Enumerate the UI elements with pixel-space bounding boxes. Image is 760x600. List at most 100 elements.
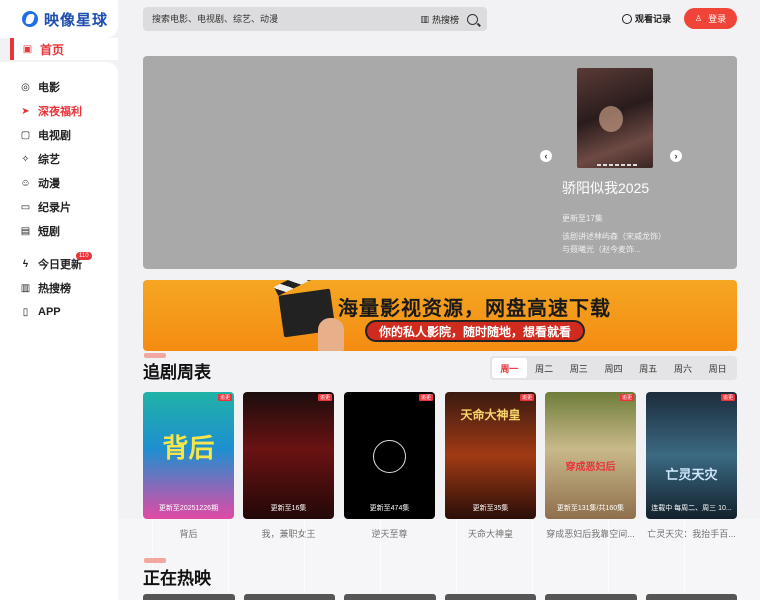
now-showing-card-row (143, 594, 737, 600)
card-poster: 追更 更新至474集 (344, 392, 435, 519)
poster-art-text: 穿成恶妇后 (565, 462, 616, 473)
sidebar: ◎ 电影 ➤ 深夜福利 ▢ 电视剧 ✧ 综艺 ☺ 动漫 ▭ 纪录片 ▤ 短剧 ϟ 今日更新 ▥ 热… (0, 62, 118, 600)
card-update: 更新至20251226期 (158, 505, 219, 512)
sidebar-item-label: 深夜福利 (38, 106, 82, 118)
hot-search-label: 热搜榜 (431, 14, 459, 25)
card-update: 更新至474集 (369, 505, 410, 512)
follow-tag: 追更 (418, 394, 433, 401)
schedule-section-title: 追剧周表 (143, 363, 211, 382)
follow-tag: 追更 (317, 394, 332, 401)
hot-search-button[interactable]: ▥ 热搜榜 (420, 13, 459, 26)
tab-tuesday[interactable]: 周二 (527, 358, 562, 378)
sidebar-item-label: 纪录片 (38, 202, 71, 214)
sidebar-item-tv[interactable]: ▢ 电视剧 (0, 123, 118, 147)
film-reel-icon: ◎ (21, 81, 30, 93)
hero-description: 该剧讲述林屿森（宋威龙饰）与聂曦光（赵今麦饰... (562, 232, 666, 254)
now-showing-title: 正在热映 (143, 569, 211, 588)
chevron-left-icon[interactable]: ‹ (540, 150, 552, 162)
chart-icon: ▥ (20, 282, 31, 294)
banner-title: 海量影视资源，网盘高速下载 (338, 298, 611, 320)
planet-logo-icon (22, 11, 38, 27)
poster-art-text: 背后 (162, 433, 215, 463)
search-input[interactable] (152, 14, 421, 24)
login-button[interactable]: ♙ 登录 (684, 8, 737, 29)
brand-name: 映像星球 (44, 11, 109, 29)
poster-art-text: 亡灵天灾 (665, 467, 718, 482)
drama-card[interactable]: 追更 穿成恶妇后 更新至131集/共160集 穿成恶妇后我靠空间... (545, 392, 636, 540)
follow-tag: 追更 (217, 394, 232, 401)
sidebar-item-app[interactable]: ▯ APP (0, 300, 118, 324)
tab-wednesday[interactable]: 周三 (561, 358, 596, 378)
sidebar-item-documentary[interactable]: ▭ 纪录片 (0, 195, 118, 219)
sidebar-item-home[interactable]: ▣ 首页 (10, 38, 118, 60)
card-title: 亡灵天灾：我抬手百... (647, 529, 736, 539)
card-title: 背后 (179, 529, 198, 539)
sidebar-item-label: APP (38, 306, 61, 318)
tab-friday[interactable]: 周五 (631, 358, 666, 378)
tv-icon: ▢ (20, 129, 31, 141)
card-update: 更新至131集/共160集 (556, 505, 625, 512)
card-title: 天命大神皇 (467, 529, 513, 539)
logo[interactable]: 映像星球 (0, 0, 118, 38)
drama-card[interactable]: 追更 更新至16集 我，兼职女王 (243, 392, 334, 540)
sidebar-item-anime[interactable]: ☺ 动漫 (0, 171, 118, 195)
sidebar-item-label: 电影 (38, 82, 60, 94)
schedule-card-list: 追更 背后 更新至20251226期 背后 追更 更新至16集 我，兼职女王 追… (143, 392, 737, 540)
sidebar-item-variety[interactable]: ✧ 综艺 (0, 147, 118, 171)
sidebar-item-label: 首页 (40, 42, 65, 57)
card-poster: 追更 天命大神皇 更新至35集 (445, 392, 536, 519)
hero-carousel[interactable]: ‹ › 骄阳似我2025 更新至17集 该剧讲述林屿森（宋威龙饰）与聂曦光（赵今… (143, 56, 737, 269)
carousel-dots (597, 164, 637, 166)
sidebar-item-label: 综艺 (38, 154, 60, 166)
hero-poster[interactable] (577, 68, 653, 168)
drama-card[interactable]: 追更 更新至474集 逆天至尊 (344, 392, 435, 540)
card-poster: 追更 更新至16集 (243, 392, 334, 519)
tab-saturday[interactable]: 周六 (666, 358, 701, 378)
follow-tag: 追更 (720, 394, 735, 401)
camera-icon: ▭ (20, 201, 31, 213)
home-icon: ▣ (22, 43, 33, 55)
clapperboard-icon: ▤ (20, 225, 31, 237)
sidebar-item-today-update[interactable]: ϟ 今日更新 (0, 252, 118, 276)
drama-card[interactable]: 追更 背后 更新至20251226期 背后 (143, 392, 234, 540)
card-poster: 追更 亡灵天灾 连载中 每周二、周三 10... (646, 392, 737, 519)
tab-sunday[interactable]: 周日 (700, 358, 735, 378)
hero-title: 骄阳似我2025 (562, 180, 650, 196)
card-title: 我，兼职女王 (261, 529, 316, 539)
login-label: 登录 (708, 14, 727, 24)
loading-spinner-icon (373, 440, 406, 473)
search-icon[interactable] (467, 13, 478, 25)
drama-card[interactable]: 追更 天命大神皇 更新至35集 天命大神皇 (445, 392, 536, 540)
card-poster: 追更 背后 更新至20251226期 (143, 392, 234, 519)
sidebar-item-late-night[interactable]: ➤ 深夜福利 (0, 99, 118, 123)
tab-monday[interactable]: 周一 (492, 358, 527, 378)
sidebar-item-short-drama[interactable]: ▤ 短剧 (0, 219, 118, 243)
sparkle-icon: ✧ (21, 153, 30, 165)
follow-tag: 追更 (519, 394, 534, 401)
promo-banner[interactable]: 海量影视资源，网盘高速下载 你的私人影院，随时随地，想看就看 (143, 280, 737, 351)
watch-history-button[interactable]: 观看记录 (622, 12, 671, 25)
tab-thursday[interactable]: 周四 (596, 358, 631, 378)
card-poster: 追更 穿成恶妇后 更新至131集/共160集 (545, 392, 636, 519)
lightning-icon: ϟ (22, 258, 29, 270)
card-update: 更新至16集 (270, 505, 307, 512)
card-title: 逆天至尊 (371, 529, 408, 539)
poster-art-text: 天命大神皇 (460, 408, 521, 422)
watch-history-label: 观看记录 (635, 14, 672, 24)
sidebar-item-movie[interactable]: ◎ 电影 (0, 75, 118, 99)
sidebar-item-label: 今日更新 (38, 259, 82, 271)
cartoon-face-icon: ☺ (20, 177, 31, 189)
chevron-right-icon[interactable]: › (670, 150, 682, 162)
sidebar-item-hot-search[interactable]: ▥ 热搜榜 (0, 276, 118, 300)
banner-subtitle: 你的私人影院，随时随地，想看就看 (365, 320, 586, 342)
weekday-tabs: 周一 周二 周三 周四 周五 周六 周日 (490, 356, 737, 380)
update-count-badge: 110 (76, 252, 92, 260)
clock-icon (622, 13, 632, 24)
banner-person-illustration (318, 318, 344, 351)
card-title: 穿成恶妇后我靠空间... (546, 529, 635, 539)
chart-icon: ▥ (420, 13, 429, 24)
sidebar-item-label: 动漫 (38, 178, 60, 190)
card-update: 连载中 每周二、周三 10... (651, 505, 732, 512)
sidebar-item-label: 热搜榜 (38, 283, 71, 295)
drama-card[interactable]: 追更 亡灵天灾 连载中 每周二、周三 10... 亡灵天灾：我抬手百... (646, 392, 737, 540)
